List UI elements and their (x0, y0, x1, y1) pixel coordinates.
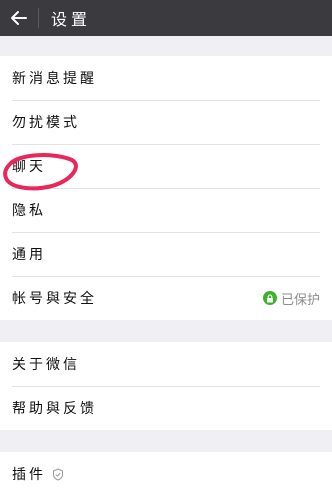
lock-icon (262, 291, 277, 305)
page-title: 设置 (51, 10, 92, 29)
row-account-security[interactable]: 帐号與安全 已保护 (0, 276, 332, 320)
row-label: 插件 (12, 467, 46, 483)
row-privacy[interactable]: 隐私 (0, 188, 332, 232)
row-do-not-disturb[interactable]: 勿扰模式 (0, 100, 332, 144)
row-label: 勿扰模式 (12, 115, 80, 131)
shield-check-icon (52, 467, 64, 481)
row-label: 通用 (12, 247, 46, 263)
row-help-feedback[interactable]: 帮助與反馈 (0, 386, 332, 430)
settings-group-main: 新消息提醒 勿扰模式 聊天 隐私 通用 帐号與安全 已保护 (0, 56, 332, 320)
row-label: 新消息提醒 (12, 71, 97, 87)
row-about-wechat[interactable]: 关于微信 (0, 342, 332, 386)
section-spacer (0, 320, 332, 342)
row-label: 聊天 (12, 159, 46, 175)
back-button[interactable] (0, 0, 38, 36)
section-spacer (0, 36, 332, 56)
row-label: 关于微信 (12, 357, 80, 373)
row-label: 隐私 (12, 203, 46, 219)
section-spacer (0, 430, 332, 452)
top-bar: 设置 (0, 0, 332, 36)
header-divider (38, 8, 39, 28)
row-chat[interactable]: 聊天 (0, 144, 332, 188)
settings-screen: 设置 新消息提醒 勿扰模式 聊天 隐私 通用 帐号與安全 已保护 关于微信 帮助… (0, 0, 332, 496)
status-text: 已保护 (280, 292, 320, 308)
protection-status: 已保护 (262, 289, 320, 308)
row-new-message-alerts[interactable]: 新消息提醒 (0, 56, 332, 100)
row-label: 帮助與反馈 (12, 401, 97, 417)
arrow-left-icon (11, 11, 27, 25)
row-plugins[interactable]: 插件 (0, 452, 332, 496)
settings-group-about: 关于微信 帮助與反馈 (0, 342, 332, 430)
settings-group-plugins: 插件 (0, 452, 332, 496)
row-label: 帐号與安全 (12, 291, 97, 307)
row-general[interactable]: 通用 (0, 232, 332, 276)
